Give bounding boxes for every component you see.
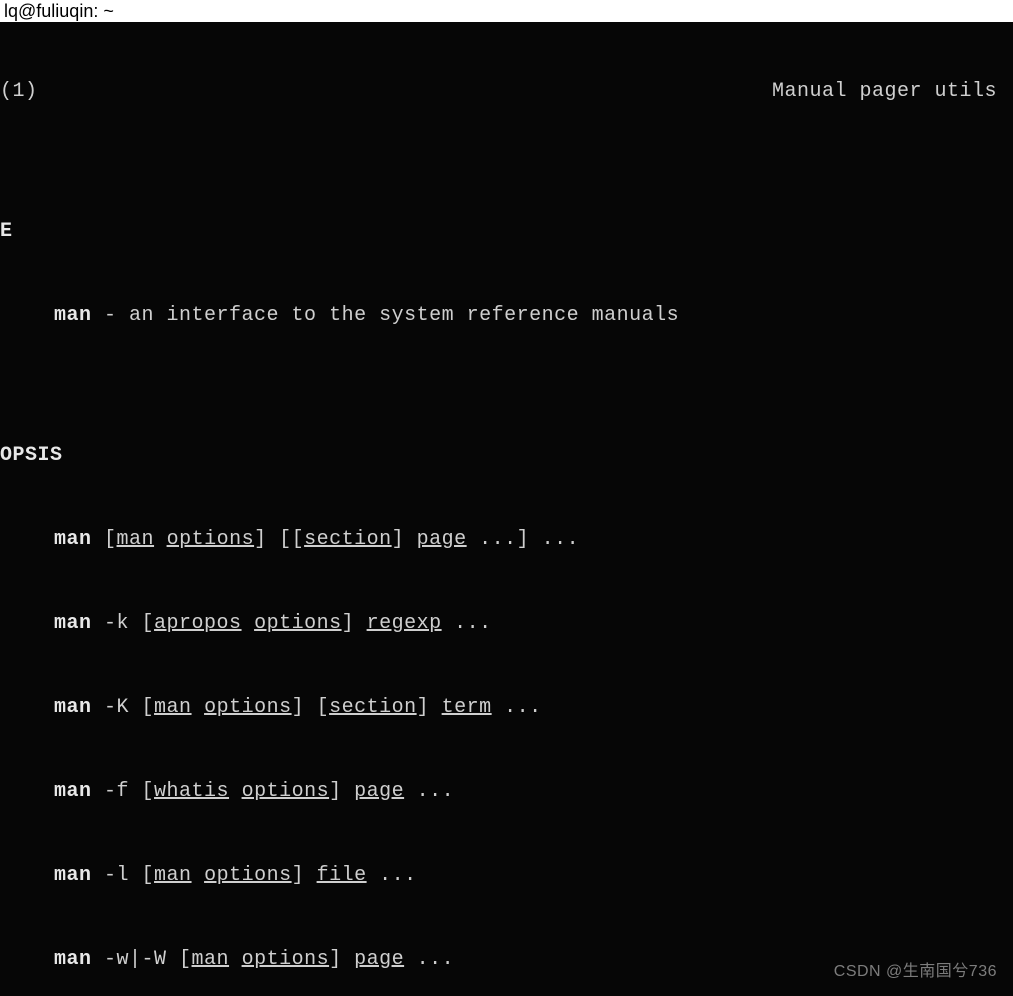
synopsis-line-5: man -l [man options] file ...	[0, 862, 1013, 890]
section-name-heading: E	[0, 218, 1013, 246]
manpage-header-left: (1)	[0, 78, 38, 106]
synopsis-line-3: man -K [man options] [section] term ...	[0, 694, 1013, 722]
manpage-header-right: Manual pager utils	[772, 78, 1013, 106]
window-title: lq@fuliuqin: ~	[4, 1, 114, 21]
name-line: man - an interface to the system referen…	[0, 302, 1013, 330]
cmd-man: man	[54, 304, 92, 327]
synopsis-line-2: man -k [apropos options] regexp ...	[0, 610, 1013, 638]
synopsis-line-4: man -f [whatis options] page ...	[0, 778, 1013, 806]
terminal-viewport[interactable]: (1) Manual pager utils E man - an interf…	[0, 22, 1013, 996]
window-titlebar: lq@fuliuqin: ~	[0, 0, 1013, 22]
section-synopsis-heading: OPSIS	[0, 442, 1013, 470]
watermark: CSDN @生南国兮736	[834, 958, 997, 986]
synopsis-line-1: man [man options] [[section] page ...] .…	[0, 526, 1013, 554]
manpage-header: (1) Manual pager utils	[0, 78, 1013, 106]
